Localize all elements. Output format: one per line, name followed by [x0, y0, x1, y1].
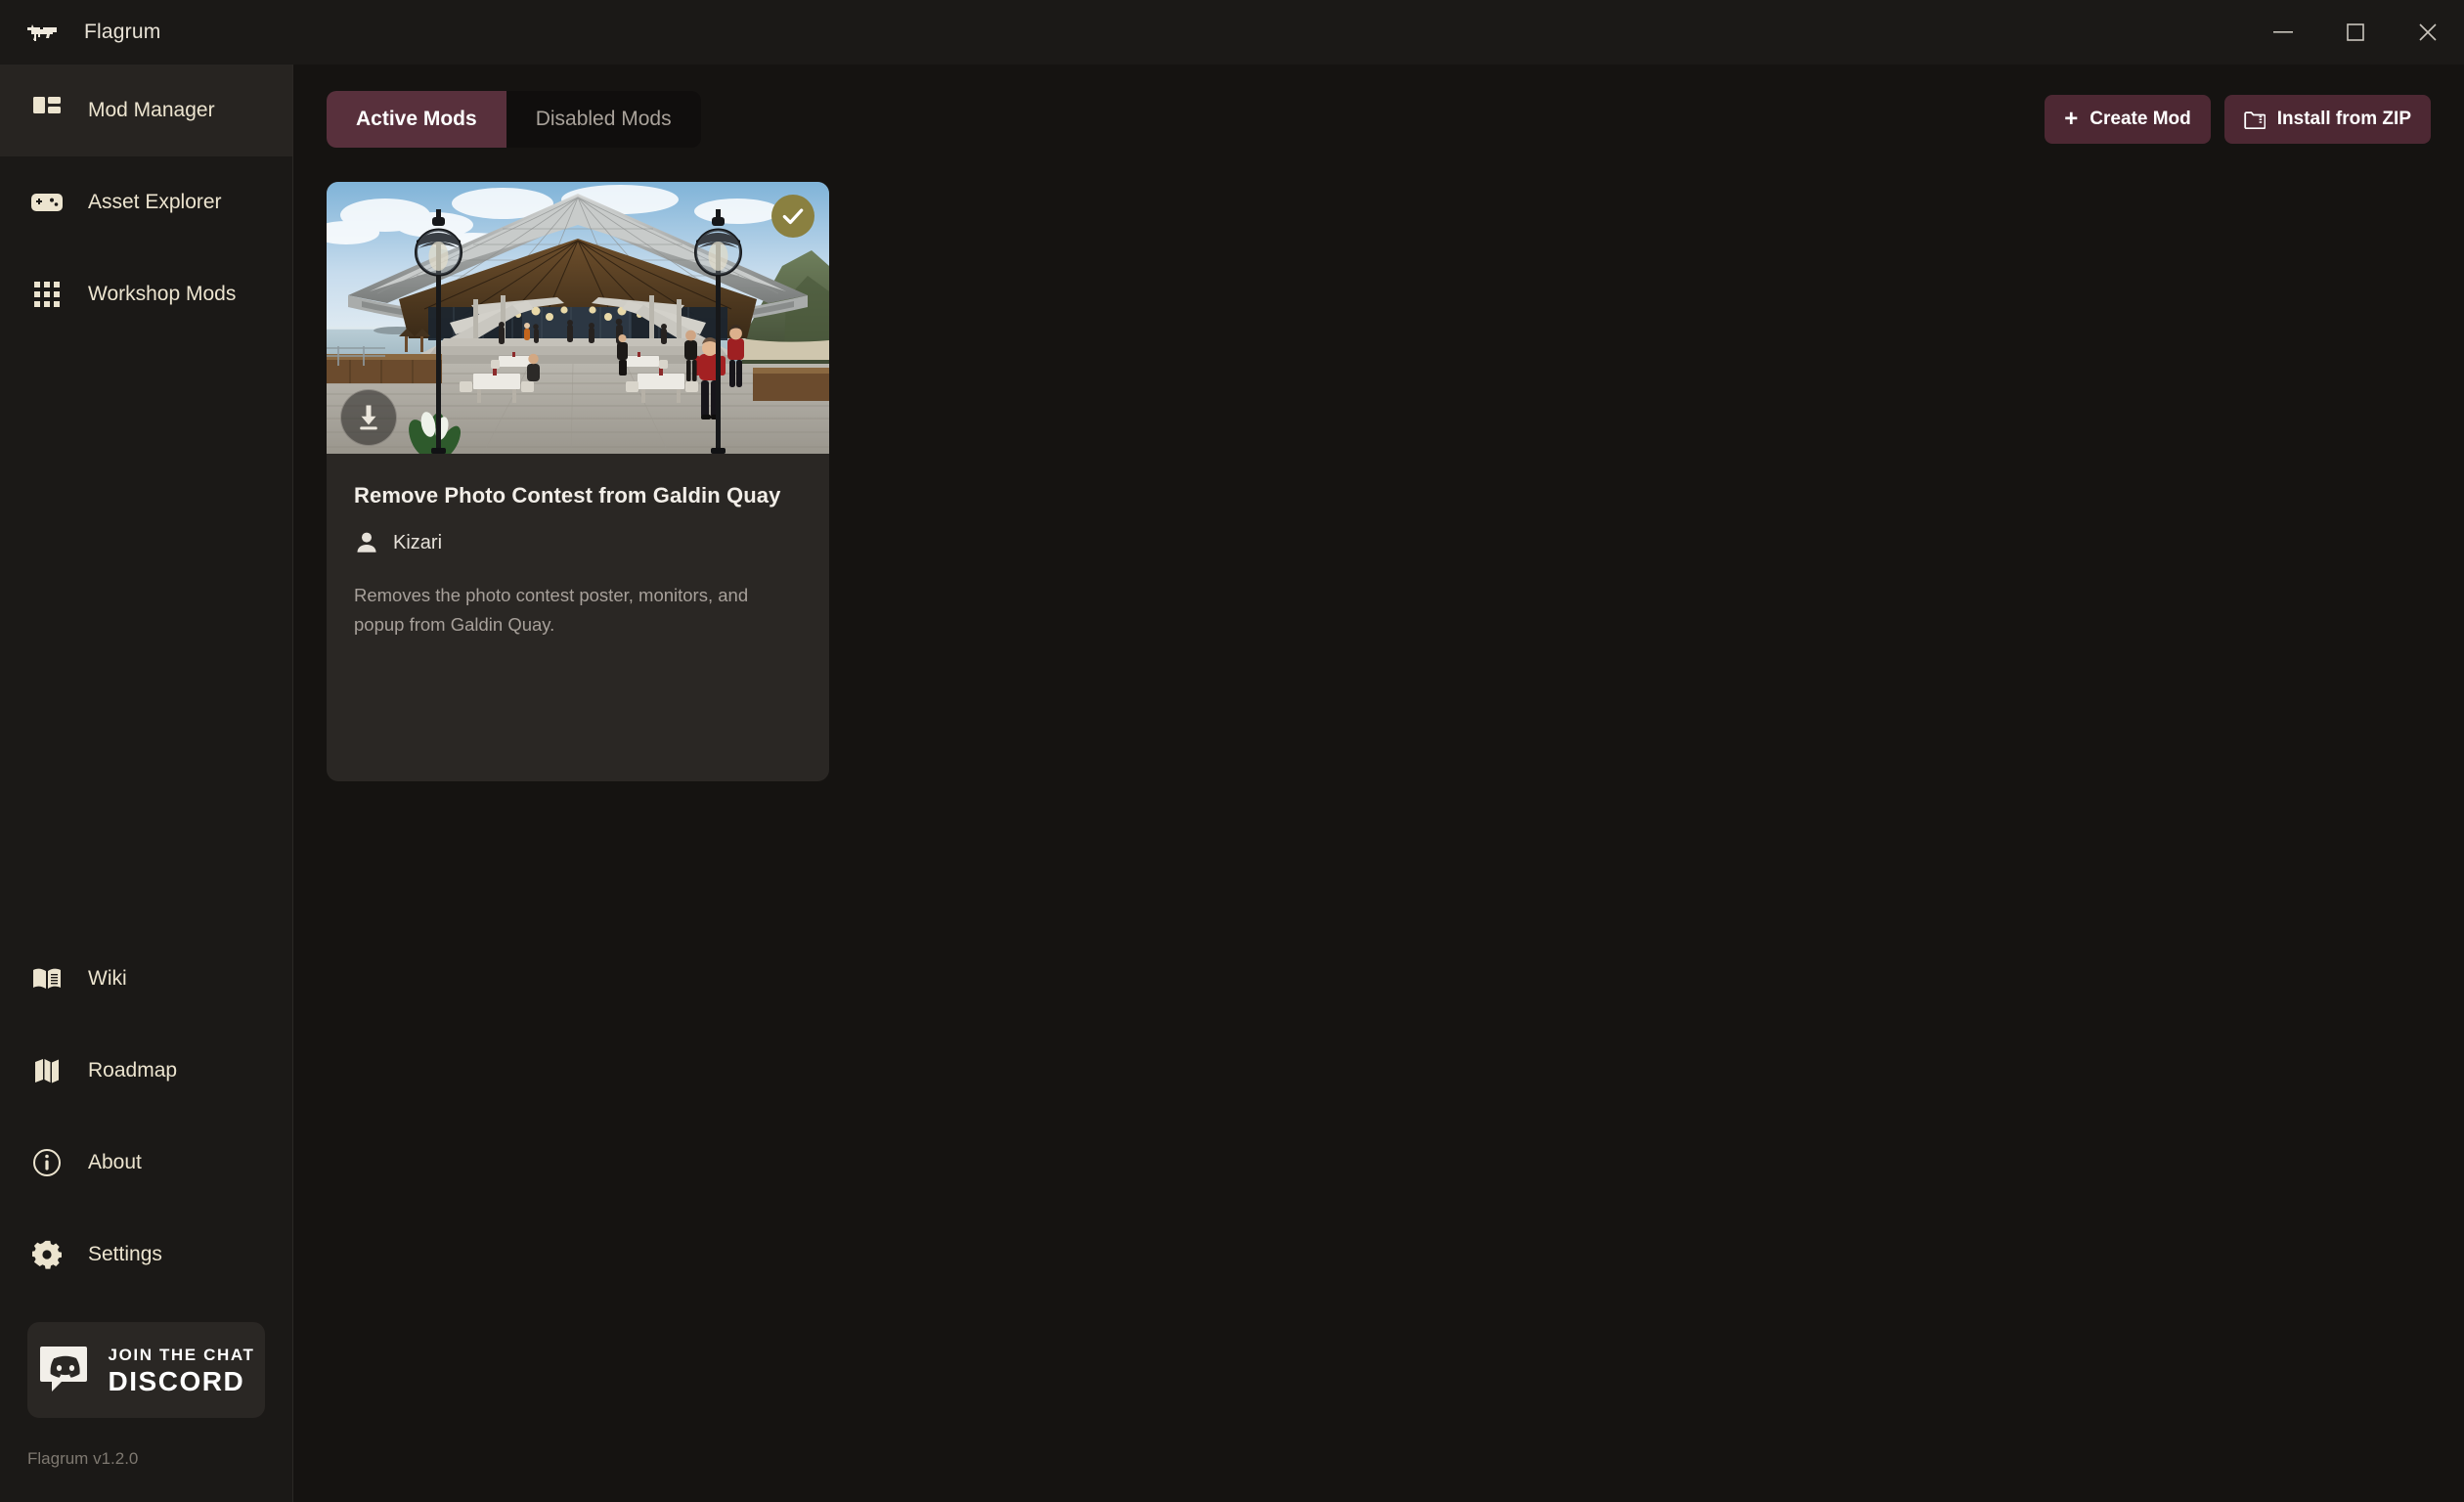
- gamepad-icon: [31, 187, 63, 218]
- tab-label: Disabled Mods: [535, 108, 672, 130]
- tab-active-mods[interactable]: Active Mods: [327, 91, 506, 148]
- maximize-icon[interactable]: [2319, 0, 2392, 65]
- gear-icon: [31, 1239, 63, 1270]
- app-version: Flagrum v1.2.0: [27, 1449, 139, 1468]
- sidebar-item-label: Settings: [88, 1243, 162, 1265]
- window-controls: [2247, 0, 2464, 65]
- mod-description: Removes the photo contest poster, monito…: [354, 585, 749, 635]
- sidebar-item-label: Workshop Mods: [88, 283, 237, 305]
- rifle-icon: [25, 22, 63, 43]
- discord-label-group: JOIN THE CHAT DISCORD: [109, 1346, 255, 1395]
- mod-title: Remove Photo Contest from Galdin Quay: [354, 483, 781, 508]
- download-icon: [360, 405, 377, 430]
- map-icon: [31, 1055, 63, 1086]
- mod-author-name: Kizari: [393, 531, 443, 553]
- minimize-icon[interactable]: [2247, 0, 2319, 65]
- mod-card-body: Remove Photo Contest from Galdin Quay Ki…: [327, 454, 829, 640]
- discord-top-label: JOIN THE CHAT: [108, 1345, 255, 1364]
- check-icon: [782, 208, 804, 225]
- toolbar-actions: + Create Mod Install from ZIP: [2045, 95, 2431, 144]
- sidebar-item-settings[interactable]: Settings: [0, 1209, 292, 1301]
- sidebar-item-wiki[interactable]: Wiki: [0, 933, 292, 1025]
- mod-author: Kizari: [354, 530, 802, 555]
- install-from-zip-button[interactable]: Install from ZIP: [2223, 95, 2431, 144]
- mods-toolbar: Active Mods Disabled Mods + Create Mod I…: [293, 65, 2464, 174]
- discord-join-button[interactable]: JOIN THE CHAT DISCORD: [27, 1322, 265, 1418]
- tab-disabled-mods[interactable]: Disabled Mods: [506, 91, 701, 148]
- open-book-icon: [31, 963, 63, 994]
- sidebar: Mod Manager Asset Explorer Workshop Mods…: [0, 65, 293, 1502]
- info-circle-icon: [31, 1147, 63, 1178]
- sidebar-item-label: Roadmap: [88, 1059, 178, 1082]
- sidebar-item-asset-explorer[interactable]: Asset Explorer: [0, 156, 292, 248]
- sidebar-item-workshop-mods[interactable]: Workshop Mods: [0, 248, 292, 340]
- sidebar-item-label: Asset Explorer: [88, 191, 222, 213]
- discord-icon: [38, 1343, 93, 1397]
- main-content: Active Mods Disabled Mods + Create Mod I…: [293, 65, 2464, 1502]
- sidebar-primary-nav: Mod Manager Asset Explorer Workshop Mods: [0, 65, 292, 340]
- close-icon[interactable]: [2392, 0, 2464, 65]
- sidebar-item-mod-manager[interactable]: Mod Manager: [0, 65, 292, 156]
- app-title: Flagrum: [84, 21, 161, 43]
- install-from-zip-label: Install from ZIP: [2276, 109, 2411, 129]
- mod-card-grid: Remove Photo Contest from Galdin Quay Ki…: [293, 174, 2464, 1502]
- folder-zip-icon: [2244, 110, 2266, 129]
- mod-thumbnail: [327, 182, 829, 454]
- create-mod-label: Create Mod: [2090, 109, 2191, 129]
- title-bar-left: Flagrum: [0, 21, 160, 44]
- sidebar-item-label: Mod Manager: [88, 99, 215, 121]
- sidebar-item-label: Wiki: [88, 967, 127, 990]
- application-window: Flagrum Mod Manager Asset Explorer Works…: [0, 0, 2464, 1502]
- discord-bottom-label: DISCORD: [108, 1365, 245, 1396]
- dashboard-grid-icon: [31, 95, 63, 126]
- window-body: Mod Manager Asset Explorer Workshop Mods…: [0, 65, 2464, 1502]
- person-icon: [354, 530, 379, 555]
- sidebar-item-label: About: [88, 1151, 142, 1173]
- create-mod-button[interactable]: + Create Mod: [2045, 95, 2211, 144]
- apps-grid-icon: [31, 279, 63, 310]
- title-bar: Flagrum: [0, 0, 2464, 65]
- download-mod-button[interactable]: [340, 389, 397, 446]
- tab-label: Active Mods: [356, 108, 477, 130]
- mods-tab-group: Active Mods Disabled Mods: [327, 91, 701, 148]
- enabled-status-badge[interactable]: [771, 195, 814, 238]
- plus-icon: +: [2064, 106, 2079, 132]
- sidebar-item-about[interactable]: About: [0, 1117, 292, 1209]
- galdin-quay-scene: [327, 182, 829, 454]
- mod-card[interactable]: Remove Photo Contest from Galdin Quay Ki…: [327, 182, 829, 781]
- sidebar-secondary-nav: Wiki Roadmap About Settings JOIN THE CHA…: [0, 933, 292, 1502]
- sidebar-item-roadmap[interactable]: Roadmap: [0, 1025, 292, 1117]
